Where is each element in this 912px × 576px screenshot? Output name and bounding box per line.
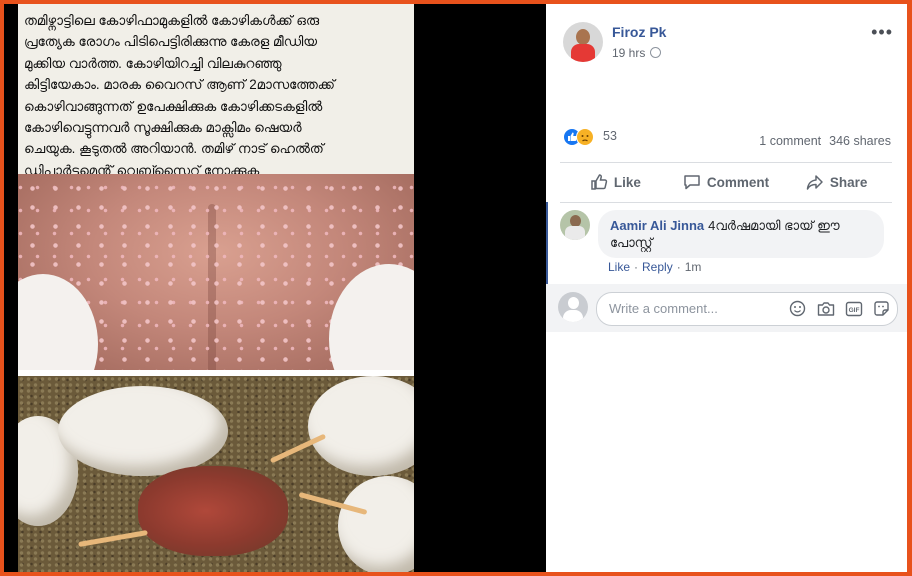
post-timestamp[interactable]: 19 hrs — [612, 46, 662, 60]
share-count[interactable]: 346 shares — [829, 134, 891, 148]
divider — [560, 162, 892, 163]
camera-icon[interactable] — [816, 299, 835, 318]
comment-icon — [684, 175, 700, 190]
comment-count[interactable]: 1 comment — [759, 134, 821, 148]
comment-button[interactable]: Comment — [671, 164, 782, 200]
reaction-count: 53 — [603, 129, 617, 143]
commenter-avatar[interactable] — [560, 210, 590, 240]
comment-author[interactable]: Aamir Ali Jinna — [610, 218, 704, 233]
like-label: Like — [613, 174, 641, 190]
thumbs-up-icon — [591, 174, 608, 190]
gif-icon[interactable]: GIF — [844, 299, 863, 318]
timestamp-text[interactable]: 19 hrs — [612, 46, 645, 60]
sticker-icon[interactable] — [872, 299, 891, 318]
globe-icon — [650, 47, 662, 58]
post-image[interactable]: തമിഴ്നാട്ടിലെ കോഴിഫാമുകളിൽ കോഴികൾക്ക് ഒര… — [18, 4, 414, 572]
comment-input[interactable] — [597, 293, 791, 323]
share-icon — [806, 175, 823, 190]
post-panel: Firoz Pk 19 hrs ••• 53 1 comment 346 shar… — [546, 4, 907, 572]
action-bar: Like Comment Share — [560, 164, 892, 200]
comment-item: Aamir Ali Jinna 4വർഷമായി ഭായ് ഈ പോസ്റ്റ് … — [546, 202, 907, 284]
current-user-avatar — [558, 292, 588, 322]
sad-reaction-icon — [576, 128, 594, 146]
poster-avatar[interactable] — [563, 22, 603, 62]
poster-name[interactable]: Firoz Pk — [612, 24, 666, 40]
svg-text:GIF: GIF — [848, 307, 859, 314]
comment-reply-link[interactable]: Reply — [642, 260, 673, 274]
emoji-icon[interactable] — [788, 299, 807, 318]
comment-bubble: Aamir Ali Jinna 4വർഷമായി ഭായ് ഈ പോസ്റ്റ് — [598, 210, 884, 258]
comment-meta: Like · Reply · 1m — [608, 260, 702, 274]
share-button[interactable]: Share — [781, 164, 892, 200]
comment-label: Comment — [706, 174, 770, 190]
engagement-counts: 1 comment 346 shares — [751, 134, 891, 148]
comment-age[interactable]: 1m — [685, 260, 702, 274]
share-label: Share — [829, 174, 868, 190]
more-options-button[interactable]: ••• — [871, 22, 893, 43]
chickens-photo — [18, 376, 414, 572]
screenshot-frame: തമിഴ്നാട്ടിലെ കോഴിഫാമുകളിൽ കോഴികൾക്ക് ഒര… — [4, 4, 907, 572]
rash-photo — [18, 174, 414, 370]
like-button[interactable]: Like — [560, 164, 671, 200]
comment-like-link[interactable]: Like — [608, 260, 630, 274]
comment-tools: GIF — [788, 299, 891, 318]
image-caption: തമിഴ്നാട്ടിലെ കോഴിഫാമുകളിൽ കോഴികൾക്ക് ഒര… — [24, 13, 335, 178]
comment-box: GIF — [596, 292, 898, 326]
